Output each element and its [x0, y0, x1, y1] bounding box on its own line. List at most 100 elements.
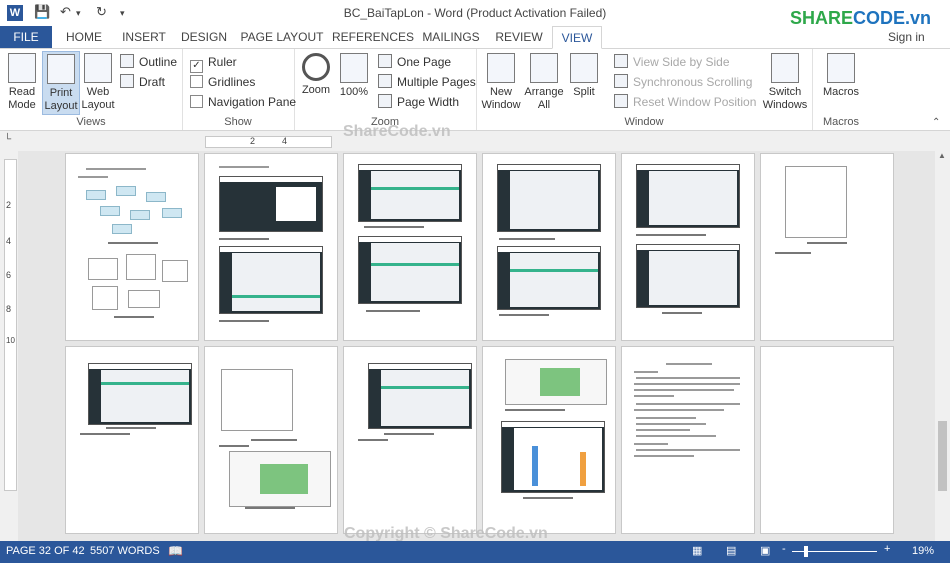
ruler-mark-4: 4: [282, 136, 288, 146]
diagram-node: [86, 190, 106, 200]
screenshot-body: [510, 171, 598, 229]
text-line: [636, 417, 696, 419]
read-mode-button[interactable]: Read Mode: [4, 51, 40, 113]
horizontal-ruler[interactable]: 2 4: [205, 136, 332, 148]
diagram-node: [116, 186, 136, 196]
tab-insert[interactable]: INSERT: [118, 26, 170, 48]
read-mode-status-icon[interactable]: ▦: [692, 544, 702, 557]
diagram-node: [162, 208, 182, 218]
read-mode-icon: [8, 53, 36, 83]
navigation-pane-checkbox[interactable]: Navigation Pane: [190, 93, 296, 111]
page-thumbnail[interactable]: [760, 153, 894, 341]
document-canvas[interactable]: ShareCode.vn Copyright © ShareCode.vn: [18, 123, 935, 542]
logo-part-code: CODE.vn: [853, 8, 932, 28]
zoom-slider-knob[interactable]: [804, 546, 808, 557]
scroll-up-icon[interactable]: ▲: [938, 151, 946, 160]
tab-view[interactable]: VIEW: [552, 26, 602, 49]
page-thumbnail[interactable]: [343, 153, 477, 341]
group-views: Read Mode Print Layout Web Layout Outlin…: [0, 49, 183, 130]
caption-line: [523, 497, 573, 499]
teal-banner: [232, 295, 320, 298]
page-thumbnail[interactable]: [621, 346, 755, 534]
tab-home[interactable]: HOME: [60, 26, 108, 48]
page-thumbnail[interactable]: [343, 346, 477, 534]
reset-window-position-button[interactable]: Reset Window Position: [614, 93, 756, 111]
view-side-by-side-button[interactable]: View Side by Side: [614, 53, 730, 71]
show-group-label: Show: [224, 116, 252, 128]
multiple-pages-button[interactable]: Multiple Pages: [378, 73, 476, 91]
vertical-ruler[interactable]: 2 4 6 8 10: [4, 159, 17, 491]
sign-in-link[interactable]: Sign in: [888, 30, 925, 44]
arrange-all-button[interactable]: Arrange All: [524, 51, 564, 113]
group-zoom: Zoom 100% One Page Multiple Pages Page W…: [294, 49, 477, 130]
page-thumbnail[interactable]: [482, 346, 616, 534]
scrollbar-thumb[interactable]: [938, 421, 947, 491]
diagram-node: [100, 206, 120, 216]
page-thumbnail[interactable]: [482, 153, 616, 341]
one-page-button[interactable]: One Page: [378, 53, 451, 71]
switch-windows-button[interactable]: Switch Windows: [762, 51, 808, 113]
diagram-node: [146, 192, 166, 202]
vertical-scrollbar[interactable]: ▲: [935, 151, 950, 541]
split-button[interactable]: Split: [566, 51, 602, 113]
app-screenshot: [358, 164, 462, 222]
document-form-image: [221, 369, 293, 431]
page-thumbnail[interactable]: [204, 153, 338, 341]
caption-line: [251, 439, 297, 441]
caption-line: [358, 439, 388, 441]
title-bar: W 💾 ↶ ▾ ↻ ▾ BC_BaiTapLon - Word (Product…: [0, 0, 950, 28]
proofing-icon[interactable]: 📖: [168, 544, 183, 558]
outline-button[interactable]: Outline: [120, 53, 177, 71]
page-thumbnail[interactable]: [65, 153, 199, 341]
macros-label: Macros: [822, 86, 860, 98]
web-layout-button[interactable]: Web Layout: [80, 51, 116, 113]
screenshot-body: [381, 370, 469, 426]
web-layout-status-icon[interactable]: ▣: [760, 544, 770, 557]
text-line: [636, 423, 706, 425]
new-window-button[interactable]: New Window: [480, 51, 522, 113]
synchronous-scrolling-icon: [614, 74, 628, 88]
zoom-button[interactable]: Zoom: [298, 51, 334, 113]
page-width-button[interactable]: Page Width: [378, 93, 459, 111]
synchronous-scrolling-button[interactable]: Synchronous Scrolling: [614, 73, 752, 91]
page-indicator[interactable]: PAGE 32 OF 42: [6, 545, 85, 557]
draft-label: Draft: [139, 75, 166, 89]
tab-page-layout[interactable]: PAGE LAYOUT: [240, 26, 324, 48]
ruler-checkbox[interactable]: ✓ Ruler: [190, 53, 237, 73]
page-thumbnail[interactable]: [621, 153, 755, 341]
teal-header: [510, 269, 598, 272]
chart-panel: [514, 428, 602, 490]
word-count[interactable]: 5507 WORDS: [90, 545, 160, 557]
gridlines-checkbox[interactable]: Gridlines: [190, 73, 255, 91]
print-layout-button[interactable]: Print Layout: [42, 51, 80, 115]
page-thumbnail[interactable]: [760, 346, 894, 534]
screenshot-topbar: [637, 165, 739, 170]
zoom-100-button[interactable]: 100%: [336, 51, 372, 113]
tab-review[interactable]: REVIEW: [492, 26, 546, 48]
watermark-top: ShareCode.vn: [343, 123, 451, 140]
draft-icon: [120, 74, 134, 88]
app-screenshot: [497, 164, 601, 232]
zoom-out-button[interactable]: -: [782, 543, 786, 555]
wireframe-box: [88, 258, 118, 280]
macros-button[interactable]: Macros: [820, 51, 862, 113]
page-thumbnail[interactable]: [65, 346, 199, 534]
print-layout-status-icon[interactable]: ▤: [726, 544, 736, 557]
page-thumbnail[interactable]: [204, 346, 338, 534]
zoom-level[interactable]: 19%: [912, 545, 934, 557]
vruler-mark-6: 6: [6, 270, 12, 280]
collapse-ribbon-icon[interactable]: ⌃: [932, 117, 940, 128]
tab-references[interactable]: REFERENCES: [332, 26, 414, 48]
zoom-in-button[interactable]: +: [884, 543, 890, 555]
screenshot-topbar: [220, 247, 322, 252]
tab-design[interactable]: DESIGN: [178, 26, 230, 48]
screenshot-body: [101, 370, 189, 422]
tab-mailings[interactable]: MAILINGS: [420, 26, 482, 48]
tab-selector-icon[interactable]: └: [4, 134, 11, 145]
text-line: [636, 377, 740, 379]
caption-line: [775, 252, 811, 254]
app-screenshot: [636, 244, 740, 308]
tab-file[interactable]: FILE: [0, 26, 52, 48]
caption-line: [499, 314, 549, 316]
draft-button[interactable]: Draft: [120, 73, 165, 91]
